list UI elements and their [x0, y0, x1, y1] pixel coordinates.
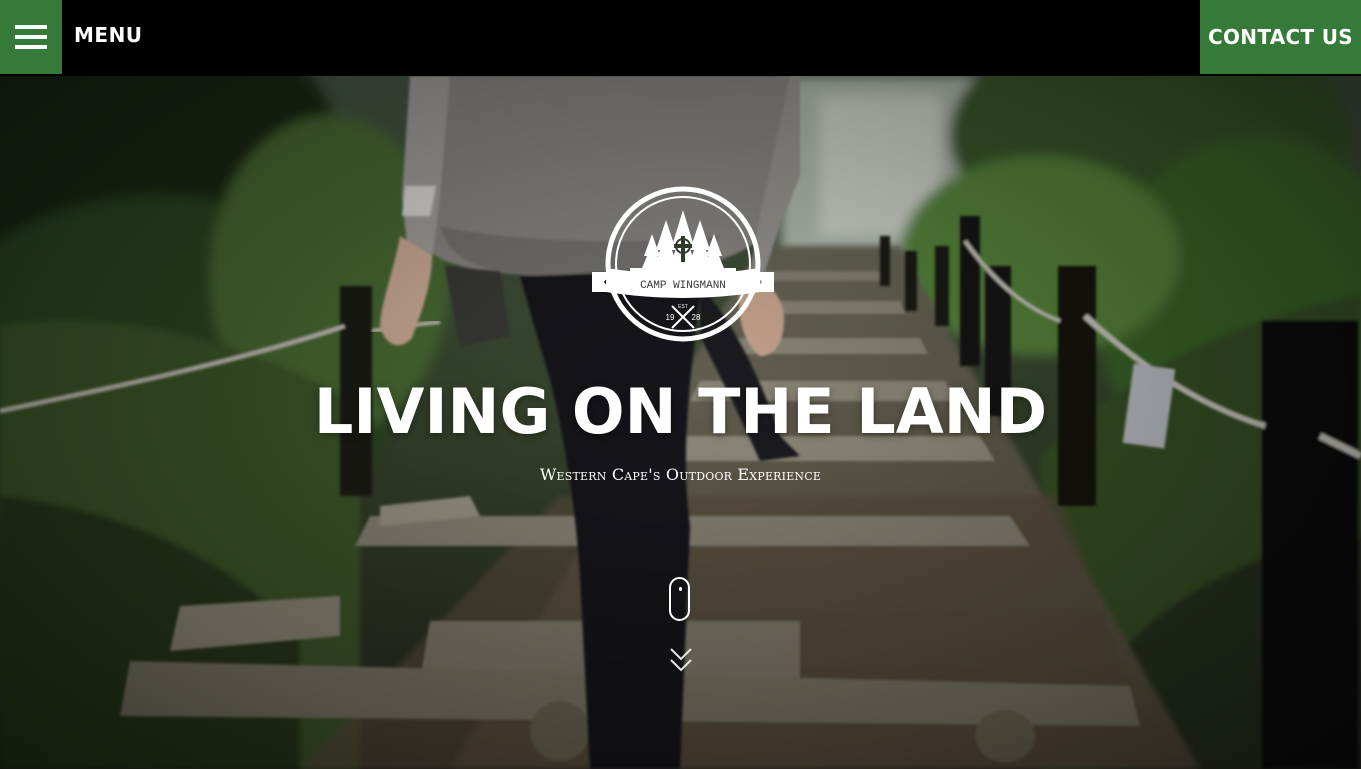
badge-year-right: 28 [692, 313, 701, 322]
menu-toggle-button[interactable] [0, 0, 62, 74]
menu-label[interactable]: MENU [74, 22, 143, 48]
contact-us-button[interactable]: CONTACT US [1200, 0, 1361, 74]
page: MENU CONTACT US CAMP WINGMANN EST 19 28 … [0, 0, 1361, 769]
hamburger-icon [15, 25, 47, 49]
double-chevron-down-icon[interactable] [669, 646, 693, 676]
hero-section: CAMP WINGMANN EST 19 28 LIVING ON THE LA… [0, 76, 1361, 769]
badge-camp-name: CAMP WINGMANN [640, 280, 726, 292]
camp-logo-badge: CAMP WINGMANN EST 19 28 [592, 186, 774, 342]
badge-est-label: EST [678, 304, 688, 310]
mouse-wheel [679, 587, 682, 591]
hero-title: LIVING ON THE LAND [313, 375, 1048, 448]
mouse-scroll-icon[interactable] [669, 577, 690, 621]
badge-year-left: 19 [666, 313, 675, 322]
top-nav-bar: MENU CONTACT US [0, 0, 1361, 76]
hero-subtitle: Western Cape's Outdoor Experience [539, 465, 822, 484]
